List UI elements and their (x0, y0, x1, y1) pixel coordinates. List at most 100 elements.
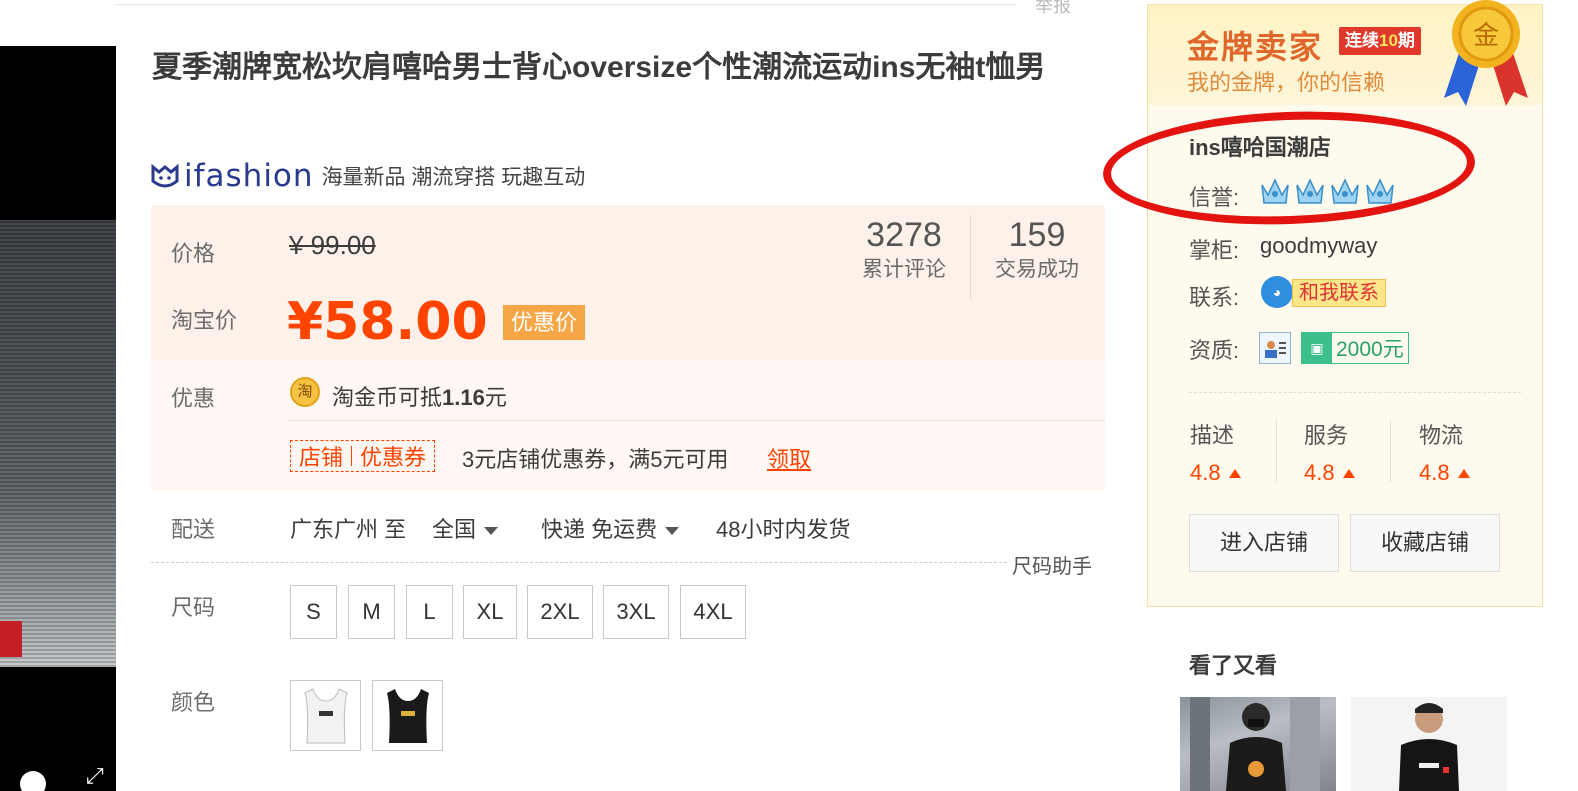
size-option-3xl[interactable]: 3XL (603, 585, 669, 639)
recommended-item-1-image (1190, 697, 1320, 791)
original-price: ¥ 99.00 (289, 230, 376, 260)
arrow-up-icon (1342, 469, 1355, 478)
report-link[interactable]: 举报 (1035, 0, 1071, 18)
score-divider (1276, 420, 1277, 482)
coupon-description: 3元店铺优惠券，满5元可用 (462, 447, 729, 472)
promotion-divider (289, 420, 1105, 421)
chevron-down-icon (484, 527, 499, 536)
brand-slogan: 海量新品 潮流穿搭 玩趣互动 (321, 166, 586, 189)
color-option-white[interactable] (290, 680, 361, 751)
sales-count-stat: 159 交易成功 (985, 215, 1089, 285)
dispatch-time: 48小时内发货 (716, 517, 851, 542)
arrow-up-icon (1457, 469, 1470, 478)
streak-prefix: 连续 (1345, 31, 1379, 50)
size-option-xl[interactable]: XL (463, 585, 517, 639)
score-description: 描述 4.8 (1190, 418, 1280, 486)
id-certificate-icon[interactable] (1259, 332, 1291, 364)
wangwang-icon[interactable]: ◕ (1261, 276, 1293, 308)
contact-label: 联系: (1189, 285, 1240, 310)
taobao-price-label: 淘宝价 (171, 308, 238, 333)
price-label: 价格 (171, 241, 216, 266)
recommended-item-2[interactable] (1351, 697, 1507, 791)
ship-from: 广东广州 至 (290, 517, 407, 542)
streak-number: 10 (1379, 31, 1398, 50)
score-description-label: 描述 (1190, 423, 1235, 448)
brand-name: ifashion (184, 158, 314, 194)
gold-seller-title: 金牌卖家 (1187, 29, 1324, 65)
score-logistics: 物流 4.8 (1419, 418, 1509, 486)
claim-coupon-link[interactable]: 领取 (767, 442, 811, 474)
ship-destination: 全国 (432, 517, 477, 542)
size-option-m[interactable]: M (348, 585, 395, 639)
taojinbi-coin-icon: 淘 (290, 377, 320, 407)
color-option-black[interactable] (372, 680, 443, 751)
product-main-image[interactable] (0, 220, 116, 667)
taobao-price: ¥58.00 (287, 292, 488, 352)
dotted-divider (151, 562, 1007, 563)
streak-badge: 连续10期 (1339, 27, 1421, 55)
sales-count: 159 (1008, 216, 1066, 254)
black-tank-thumbnail (386, 688, 429, 743)
ship-method-select[interactable]: 快递 免运费 (541, 512, 680, 544)
size-helper-link[interactable]: 尺码助手 (1012, 550, 1092, 579)
ship-method: 快递 免运费 (541, 517, 658, 542)
enter-shop-button[interactable]: 进入店铺 (1189, 514, 1339, 572)
sales-count-label: 交易成功 (995, 258, 1079, 281)
recommended-item-2-image (1399, 703, 1459, 791)
deposit-badge[interactable]: ▣ 2000元 (1301, 332, 1409, 364)
size-option-4xl[interactable]: 4XL (680, 585, 746, 639)
score-logistics-value: 4.8 (1419, 460, 1450, 485)
favorite-shop-button[interactable]: 收藏店铺 (1350, 514, 1500, 572)
gold-medal-icon: 金 (1444, 0, 1528, 106)
review-count-label: 累计评论 (862, 258, 946, 281)
coupon-tag-shop: 店铺 (299, 445, 344, 470)
score-service: 服务 4.8 (1304, 418, 1394, 486)
discount-tag: 优惠价 (503, 305, 586, 340)
review-count: 3278 (866, 216, 942, 254)
product-image-gallery[interactable]: ⤢ (0, 46, 116, 791)
shipping-label: 配送 (171, 517, 216, 542)
coin-deduction-label: 淘金币可抵 (332, 385, 443, 410)
deposit-amount: 2000元 (1336, 338, 1404, 361)
arrow-up-icon (1228, 469, 1241, 478)
stat-divider (970, 215, 971, 299)
size-option-s[interactable]: S (290, 585, 337, 639)
person-card-glyph (1265, 341, 1286, 358)
size-option-2xl[interactable]: 2XL (527, 585, 593, 639)
also-viewed-title: 看了又看 (1189, 653, 1278, 678)
size-label: 尺码 (171, 595, 216, 620)
coin-deduction-text: 淘金币可抵1.16元 (332, 380, 507, 412)
score-description-value: 4.8 (1190, 460, 1221, 485)
deposit-shield-icon: ▣ (1302, 333, 1332, 363)
color-label: 颜色 (171, 690, 216, 715)
recommended-item-1[interactable] (1180, 697, 1336, 791)
medal-char: 金 (1473, 21, 1499, 51)
review-count-stat[interactable]: 3278 累计评论 (852, 215, 956, 285)
keeper-name: goodmyway (1260, 233, 1378, 258)
promotion-label: 优惠 (171, 386, 216, 411)
gallery-indicator[interactable] (20, 771, 46, 791)
coupon-tag-coupon: 优惠券 (360, 445, 427, 470)
contact-seller-button[interactable]: 和我联系 (1292, 279, 1386, 307)
keeper-label: 掌柜: (1189, 238, 1240, 263)
coin-deduction-amount: 1.16 (442, 385, 485, 410)
expand-icon[interactable]: ⤢ (86, 765, 110, 789)
top-divider (116, 4, 1016, 5)
product-title: 夏季潮牌宽松坎肩嘻哈男士背心oversize个性潮流运动ins无袖t恤男 (152, 51, 1046, 84)
chevron-down-icon (665, 527, 680, 536)
shop-coupon-tag: 店铺 优惠券 (290, 440, 436, 472)
white-tank-thumbnail (303, 687, 348, 743)
size-option-l[interactable]: L (406, 585, 453, 639)
ifashion-logo-icon (151, 163, 179, 188)
ship-destination-select[interactable]: 全国 (432, 512, 499, 544)
ifashion-brand-bar[interactable]: ifashion 海量新品 潮流穿搭 玩趣互动 (150, 156, 585, 196)
shop-dotted-divider (1189, 392, 1521, 393)
score-divider (1390, 420, 1391, 482)
qualification-label: 资质: (1189, 338, 1240, 363)
score-service-value: 4.8 (1304, 460, 1335, 485)
streak-suffix: 期 (1397, 31, 1415, 50)
coin-deduction-unit: 元 (484, 385, 507, 410)
score-logistics-label: 物流 (1419, 423, 1464, 448)
gold-seller-subtitle: 我的金牌，你的信赖 (1187, 70, 1386, 95)
score-service-label: 服务 (1304, 423, 1349, 448)
